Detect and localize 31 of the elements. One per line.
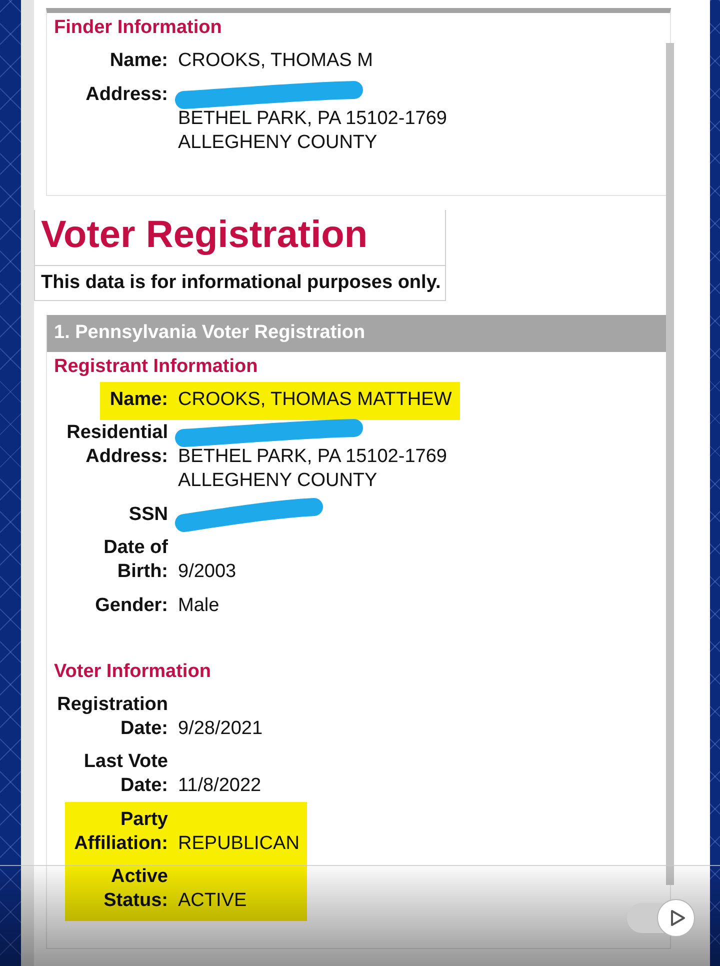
- section-heading: Finder Information: [54, 16, 222, 40]
- field-value: REPUBLICAN: [178, 832, 300, 854]
- field-label: Residential Address:: [66, 422, 168, 467]
- field-value: BETHEL PARK, PA 15102-1769: [178, 108, 447, 128]
- field-label: Gender:: [95, 594, 168, 616]
- section-heading: Voter Information: [54, 660, 211, 684]
- section-heading: Registrant Information: [54, 354, 258, 378]
- field-value: ACTIVE: [178, 890, 247, 911]
- field-label: SSN: [128, 504, 168, 524]
- field-value: CROOKS, THOMAS M: [178, 50, 373, 71]
- field-label: Name:: [110, 388, 168, 410]
- field-value: Male: [178, 594, 220, 616]
- field-value: ALLEGHENY COUNTY: [178, 470, 378, 491]
- field-label: Date of Birth:: [104, 537, 168, 582]
- field-label: Address:: [86, 84, 168, 104]
- field-value: CROOKS, THOMAS MATTHEW: [178, 388, 452, 410]
- field-value: 9/28/2021: [178, 718, 263, 738]
- field-label: Registration Date:: [57, 694, 168, 738]
- field-label: Last Vote Date:: [84, 751, 168, 796]
- field-value: BETHEL PARK, PA 15102-1769: [178, 446, 447, 467]
- field-label: Active Status:: [104, 866, 168, 911]
- field-label: Party Affiliation:: [74, 808, 168, 854]
- scrollbar[interactable]: [666, 43, 674, 885]
- field-value: ALLEGHENY COUNTY: [178, 132, 378, 152]
- play-icon: [670, 909, 686, 927]
- autoplay-toggle[interactable]: [625, 899, 695, 937]
- field-value: 11/8/2022: [178, 775, 262, 796]
- page-title: Voter Registration: [35, 210, 445, 266]
- notice-text: This data is for informational purposes only.: [40, 270, 442, 294]
- field-label: Name:: [110, 50, 168, 71]
- field-value: 9/2003: [178, 561, 236, 582]
